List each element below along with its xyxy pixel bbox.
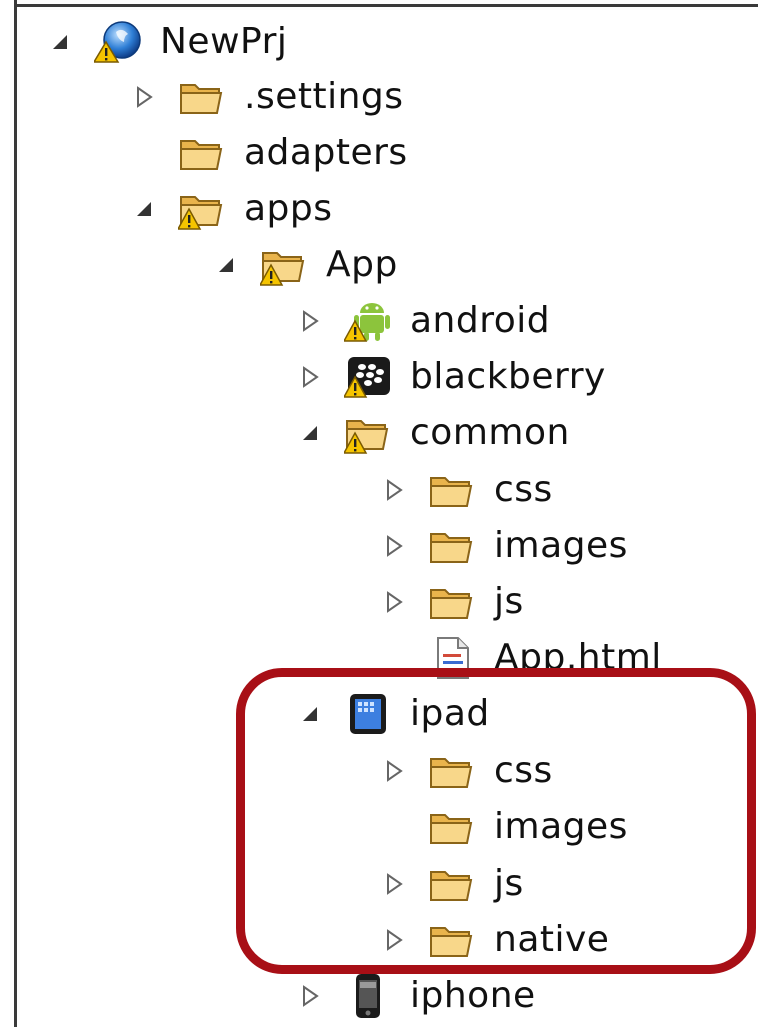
- tree-item-label: images: [494, 525, 628, 566]
- collapsed-arrow-icon[interactable]: [298, 309, 322, 333]
- android-icon: [344, 299, 392, 343]
- tree-item-ipad-images[interactable]: images: [382, 799, 628, 855]
- tree-item-label: js: [494, 863, 524, 904]
- tree-item-label: js: [494, 581, 524, 622]
- tree-item-app-html[interactable]: App.html: [382, 630, 662, 686]
- tree-item-label: apps: [244, 188, 333, 229]
- folder-icon: [428, 749, 476, 793]
- tree-item-label: common: [410, 412, 570, 453]
- tree-item-label: ipad: [410, 693, 490, 734]
- expanded-arrow-icon[interactable]: [214, 253, 238, 277]
- iphone-icon: [344, 974, 392, 1018]
- expanded-arrow-icon[interactable]: [132, 197, 156, 221]
- tree-item-label: App.html: [494, 637, 662, 678]
- tree-item-common-images[interactable]: images: [382, 518, 628, 574]
- tree-item-label: adapters: [244, 132, 408, 173]
- no-toggle-spacer: [382, 815, 406, 839]
- folder-icon: [428, 580, 476, 624]
- tree-item-ipad-native[interactable]: native: [382, 912, 609, 968]
- folder-warning-icon: [178, 187, 226, 231]
- folder-icon: [428, 468, 476, 512]
- tree-item-android[interactable]: android: [298, 293, 550, 349]
- collapsed-arrow-icon[interactable]: [298, 365, 322, 389]
- folder-icon: [178, 75, 226, 119]
- tree-item-ipad-js[interactable]: js: [382, 856, 524, 912]
- collapsed-arrow-icon[interactable]: [382, 534, 406, 558]
- project-explorer: NewPrj .settings adapters apps App andro…: [0, 0, 758, 1027]
- expanded-arrow-icon[interactable]: [298, 702, 322, 726]
- collapsed-arrow-icon[interactable]: [382, 928, 406, 952]
- tree-item-label: NewPrj: [160, 21, 288, 62]
- tree-item-label: .settings: [244, 76, 404, 117]
- no-toggle-spacer: [382, 646, 406, 670]
- collapsed-arrow-icon[interactable]: [382, 590, 406, 614]
- folder-icon: [428, 805, 476, 849]
- folder-icon: [178, 131, 226, 175]
- tree-item-label: iphone: [410, 975, 536, 1016]
- tree-item-label: native: [494, 919, 610, 960]
- collapsed-arrow-icon[interactable]: [382, 478, 406, 502]
- no-toggle-spacer: [132, 141, 156, 165]
- tree-item-label: css: [494, 469, 553, 510]
- tree-item-iphone[interactable]: iphone: [298, 968, 536, 1024]
- folder-warning-icon: [260, 243, 308, 287]
- tree-item-apps[interactable]: apps: [132, 181, 333, 237]
- expanded-arrow-icon[interactable]: [48, 30, 72, 54]
- tree-item-common-css[interactable]: css: [382, 462, 553, 518]
- folder-warning-icon: [344, 411, 392, 455]
- tree-item-common[interactable]: common: [298, 405, 570, 461]
- tree-item-label: blackberry: [410, 356, 606, 397]
- folder-icon: [428, 524, 476, 568]
- blackberry-icon: [344, 355, 392, 399]
- collapsed-arrow-icon[interactable]: [132, 85, 156, 109]
- tree-item-common-js[interactable]: js: [382, 574, 524, 630]
- expanded-arrow-icon[interactable]: [298, 421, 322, 445]
- folder-icon: [428, 862, 476, 906]
- folder-icon: [428, 918, 476, 962]
- collapsed-arrow-icon[interactable]: [382, 759, 406, 783]
- tree-item-label: App: [326, 244, 398, 285]
- tree-item-blackberry[interactable]: blackberry: [298, 349, 606, 405]
- panel-border-top: [14, 4, 758, 7]
- tree-item-newprj[interactable]: NewPrj: [48, 14, 287, 70]
- html-file-icon: [428, 636, 476, 680]
- tree-item-adapters[interactable]: adapters: [132, 125, 408, 181]
- tree-item-label: images: [494, 806, 628, 847]
- tree-item-ipad-css[interactable]: css: [382, 743, 553, 799]
- project-icon: [94, 20, 142, 64]
- tree-item-settings[interactable]: .settings: [132, 69, 404, 125]
- collapsed-arrow-icon[interactable]: [298, 984, 322, 1008]
- tree-item-label: android: [410, 300, 551, 341]
- tree-item-ipad[interactable]: ipad: [298, 686, 490, 742]
- panel-border-left: [14, 0, 17, 1027]
- tree-item-app[interactable]: App: [214, 237, 398, 293]
- collapsed-arrow-icon[interactable]: [382, 872, 406, 896]
- ipad-icon: [344, 692, 392, 736]
- tree-item-label: css: [494, 750, 553, 791]
